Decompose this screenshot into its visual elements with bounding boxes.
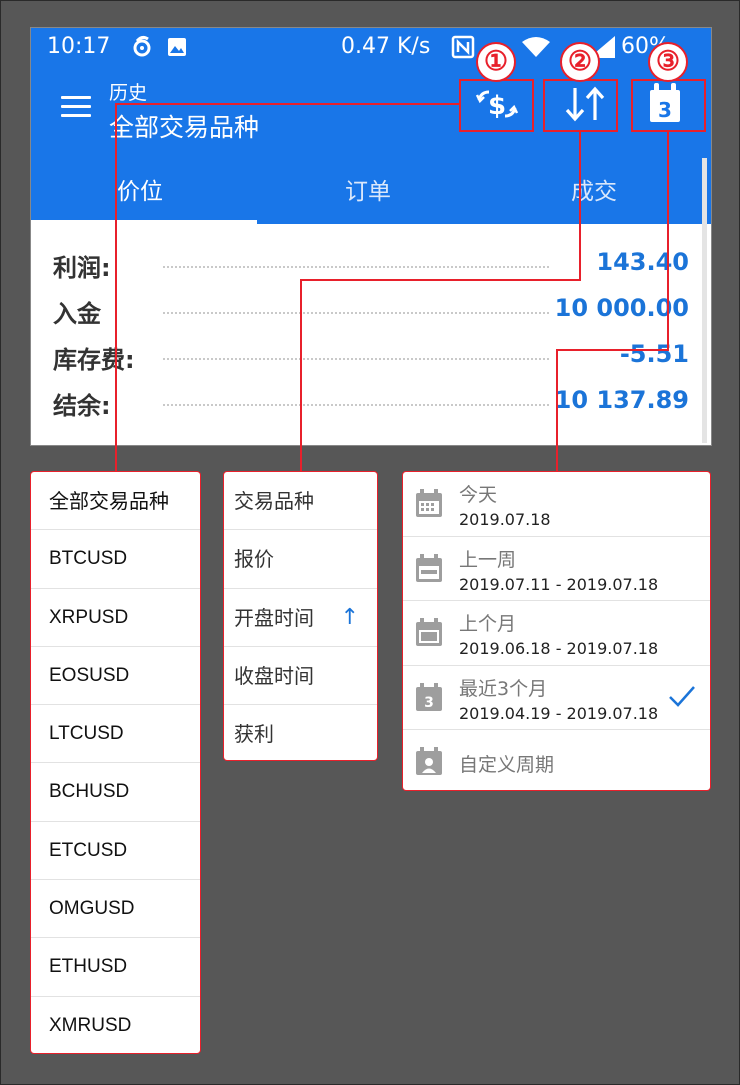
summary-row-deposit: 入金 10 000.00 xyxy=(53,294,689,330)
connector-line xyxy=(300,279,581,281)
callout-box-period xyxy=(631,79,706,132)
list-item[interactable]: BTCUSD xyxy=(31,530,200,589)
sort-dropdown: 交易品种 报价 开盘时间 ↑ 收盘时间 获利 xyxy=(223,471,378,761)
period-icon-day: 3 xyxy=(424,695,434,711)
summary-value: 10 137.89 xyxy=(554,386,689,414)
callout-box-sort xyxy=(543,79,618,132)
summary-label: 利润: xyxy=(53,254,111,282)
period-label: 最近3个月 xyxy=(459,677,548,700)
dotted-leader xyxy=(163,266,549,268)
status-time: 10:17 xyxy=(47,34,111,59)
status-bar: 10:17 0.47 K/s 60% xyxy=(31,28,711,68)
period-range: 2019.07.11 - 2019.07.18 xyxy=(459,574,659,594)
period-range: 2019.04.19 - 2019.07.18 xyxy=(459,703,659,723)
tab-positions[interactable]: 价位 xyxy=(117,172,163,206)
app-notification-icon xyxy=(131,35,153,65)
connector-line xyxy=(556,349,558,472)
summary-label: 结余: xyxy=(53,392,111,420)
sort-option[interactable]: 报价 xyxy=(224,530,377,589)
checkmark-icon xyxy=(669,685,695,707)
period-range: 2019.07.18 xyxy=(459,510,551,529)
period-label: 自定义周期 xyxy=(459,754,555,777)
sort-option[interactable]: 开盘时间 ↑ xyxy=(224,589,377,647)
callout-badge-1: ① xyxy=(476,42,516,82)
tab-orders[interactable]: 订单 xyxy=(345,172,391,206)
sort-ascending-icon: ↑ xyxy=(340,604,359,630)
list-item[interactable]: BCHUSD xyxy=(31,763,200,822)
period-option-custom[interactable]: 自定义周期 xyxy=(403,730,710,790)
sort-option-label: 开盘时间 xyxy=(234,605,314,630)
calendar-month-icon xyxy=(416,618,442,647)
sort-option-label: 收盘时间 xyxy=(234,663,314,688)
summary-label: 入金 xyxy=(53,300,101,328)
menu-icon[interactable] xyxy=(61,96,91,118)
summary-value: -5.51 xyxy=(619,340,689,368)
dotted-leader xyxy=(163,404,549,406)
callout-badge-2: ② xyxy=(560,42,600,82)
connector-line xyxy=(667,131,669,351)
app-bar-subtitle: 历史 xyxy=(109,82,148,104)
calendar-3-months-icon: 3 xyxy=(416,682,442,711)
summary-value: 143.40 xyxy=(596,248,689,276)
period-range: 2019.06.18 - 2019.07.18 xyxy=(459,639,659,659)
list-item[interactable]: 全部交易品种 xyxy=(31,472,200,531)
period-option-last-3-months[interactable]: 3 最近3个月 2019.04.19 - 2019.07.18 xyxy=(403,666,710,731)
wifi-icon xyxy=(521,36,551,64)
list-item[interactable]: LTCUSD xyxy=(31,705,200,764)
list-item[interactable]: XRPUSD xyxy=(31,589,200,647)
connector-line xyxy=(115,103,117,472)
dotted-leader xyxy=(163,312,549,314)
period-option-last-month[interactable]: 上个月 2019.06.18 - 2019.07.18 xyxy=(403,601,710,666)
period-label: 上一周 xyxy=(459,548,517,571)
symbols-dropdown: 全部交易品种 BTCUSD XRPUSD EOSUSD LTCUSD BCHUS… xyxy=(30,471,201,1054)
sort-option[interactable]: 收盘时间 xyxy=(224,647,377,706)
active-tab-indicator xyxy=(31,220,257,224)
tab-deals[interactable]: 成交 xyxy=(571,172,617,206)
calendar-day-icon xyxy=(416,489,442,517)
sort-option[interactable]: 交易品种 xyxy=(224,472,377,531)
connector-line xyxy=(556,349,669,351)
summary-label: 库存费: xyxy=(53,346,135,374)
period-dropdown: 今天 2019.07.18 上一周 2019.07.11 - 2019.07.1… xyxy=(402,471,711,791)
list-item[interactable]: OMGUSD xyxy=(31,880,200,939)
sort-option[interactable]: 获利 xyxy=(224,705,377,760)
calendar-custom-icon xyxy=(416,747,442,776)
sort-option-label: 交易品种 xyxy=(234,489,314,513)
image-notification-icon xyxy=(167,37,187,63)
sort-option-label: 获利 xyxy=(234,722,274,747)
app-bar-title: 全部交易品种 xyxy=(109,113,260,142)
list-item[interactable]: ETHUSD xyxy=(31,938,200,997)
callout-badge-3: ③ xyxy=(648,42,688,82)
period-option-last-week[interactable]: 上一周 2019.07.11 - 2019.07.18 xyxy=(403,537,710,602)
list-item[interactable]: ETCUSD xyxy=(31,822,200,881)
dotted-leader xyxy=(163,358,549,360)
period-option-today[interactable]: 今天 2019.07.18 xyxy=(403,472,710,537)
period-label: 今天 xyxy=(459,484,498,506)
calendar-week-icon xyxy=(416,553,442,582)
connector-line xyxy=(579,131,581,281)
list-item[interactable]: XMRUSD xyxy=(31,997,200,1053)
period-label: 上个月 xyxy=(459,613,517,636)
scrollbar[interactable] xyxy=(702,158,707,443)
network-speed: 0.47 K/s xyxy=(341,34,431,59)
list-item[interactable]: EOSUSD xyxy=(31,647,200,706)
connector-line xyxy=(300,279,302,472)
callout-box-symbols xyxy=(459,79,534,132)
nfc-icon xyxy=(451,35,475,65)
sort-option-label: 报价 xyxy=(234,547,274,572)
summary-row-swap: 库存费: -5.51 xyxy=(53,340,689,376)
summary-row-balance: 结余: 10 137.89 xyxy=(53,386,689,422)
connector-line xyxy=(115,103,460,105)
